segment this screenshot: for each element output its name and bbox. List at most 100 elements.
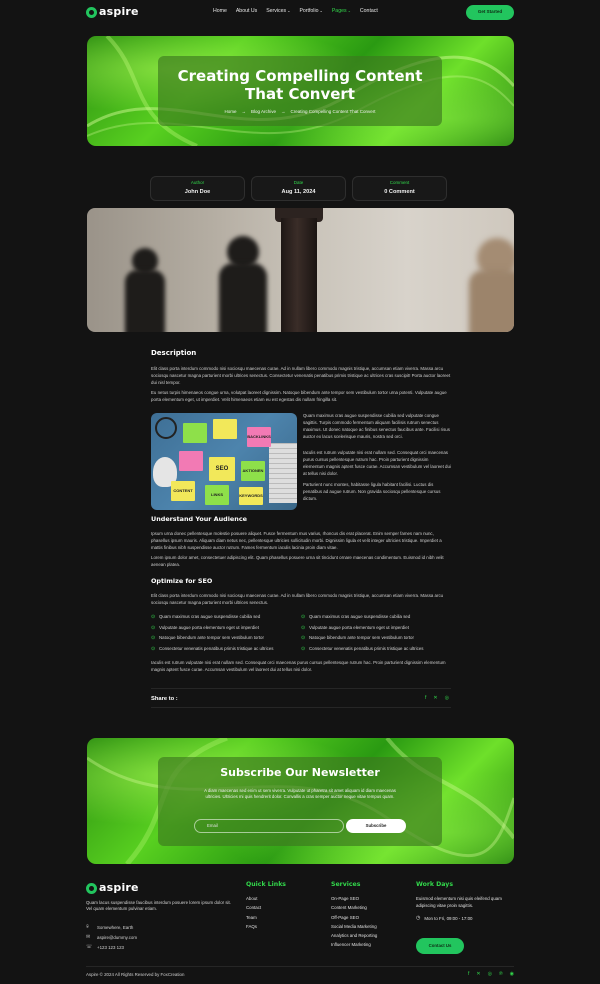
keyboard-decoration — [269, 443, 297, 503]
workdays-column: Work Days Euismod elementum nisi quis el… — [416, 880, 516, 923]
nav-contact[interactable]: Contact — [360, 8, 378, 16]
logo-icon — [86, 882, 97, 894]
social-icons: f ✕ ◎ ℗ ◉ — [468, 971, 514, 979]
checklist: ⊙ Quam maximus cras augue suspendisse cub… — [151, 614, 451, 653]
nav-home[interactable]: Home — [213, 8, 227, 16]
nav-pages-label: Pages — [331, 8, 347, 14]
clock-icon: ◷ — [416, 915, 421, 922]
subscribe-button[interactable]: Subscribe — [346, 819, 406, 833]
nav-portfolio[interactable]: Portfolio⌄ — [299, 8, 322, 16]
share-label: Share to : — [151, 696, 178, 702]
checklist-text: Consectetur venenatis penatibus primis t… — [309, 645, 424, 651]
whatsapp-icon[interactable]: ◉ — [510, 971, 514, 979]
sticky-note-aktionen: AKTIONEN — [241, 461, 265, 481]
workdays-title: Work Days — [416, 881, 454, 888]
contact-phone[interactable]: ☏ +123 123 123 — [86, 943, 137, 953]
footer-service-link[interactable]: Influencer Marketing — [331, 942, 377, 948]
meta-value: John Doe — [184, 189, 211, 196]
get-started-button[interactable]: Get Started — [466, 5, 514, 20]
post-meta: Author John Doe Date Aug 11, 2024 Commen… — [150, 176, 447, 201]
sticky-note-seo: SEO — [209, 457, 235, 481]
seo-paragraph: Elit class porta interdum commodo nisi s… — [151, 593, 444, 606]
footer-link-contact[interactable]: Contact — [246, 905, 286, 911]
meta-value: 0 Comment — [384, 189, 415, 196]
audience-paragraph-2: Lorem ipsum dolor amet, consectetuer adi… — [151, 555, 444, 568]
checklist-item: ⊙ Quam maximus cras augue suspendisse cub… — [301, 614, 451, 622]
sticky-note-content: CONTENT — [171, 481, 195, 501]
pawn-body — [219, 263, 267, 332]
seo-heading: Optimize for SEO — [151, 577, 213, 585]
closing-paragraph: Iaculis est rutrum vulputate nisi erat n… — [151, 660, 446, 673]
sticky-note — [213, 419, 237, 439]
check-circle-icon: ⊙ — [151, 645, 156, 652]
sticky-note-keywords: KEYWORDS — [239, 487, 263, 505]
instagram-icon[interactable]: ◎ — [488, 971, 492, 979]
checklist-item: ⊙ Consectetur venenatis penatibus primis … — [301, 646, 451, 654]
breadcrumb-home[interactable]: Home — [225, 109, 237, 116]
breadcrumb-blog-archive[interactable]: Blog Archive — [251, 109, 276, 116]
newsletter-text: A diam maecenas sed enim ut sem viverra.… — [204, 788, 396, 800]
footer-service-link[interactable]: On-Page SEO — [331, 896, 377, 902]
footer-link-about[interactable]: About — [246, 896, 286, 902]
checklist-item: ⊙ Quam maximus cras augue suspendisse cub… — [151, 614, 301, 622]
work-hours: ◷ Mon to Fri, 09:00 - 17:00 — [416, 915, 516, 923]
x-twitter-icon[interactable]: ✕ — [476, 971, 480, 979]
quick-links-title: Quick Links — [246, 881, 286, 888]
services-list: On-Page SEO Content Marketing Off-Page S… — [331, 896, 377, 948]
facebook-icon[interactable]: f — [468, 971, 469, 979]
meta-label: Comment — [389, 180, 410, 186]
main-nav: Home About Us Services⌄ Portfolio⌄ Pages… — [213, 8, 378, 16]
audience-heading: Understand Your Audience — [151, 515, 247, 523]
checklist-text: Vulputate augue porta elementum eget ut … — [159, 624, 259, 630]
facebook-icon[interactable]: f — [425, 695, 426, 703]
nav-about[interactable]: About Us — [236, 8, 257, 16]
footer-link-faqs[interactable]: FAQs — [246, 924, 286, 930]
email-text: aspire@dummy.com — [97, 934, 137, 940]
footer-link-team[interactable]: Team — [246, 915, 286, 921]
nav-services[interactable]: Services⌄ — [266, 8, 290, 16]
workdays-text: Euismod elementum nisi quis eleifend qua… — [416, 896, 502, 909]
pinterest-icon[interactable]: ℗ — [499, 971, 503, 979]
x-twitter-icon[interactable]: ✕ — [433, 695, 437, 703]
logo[interactable]: aspire — [86, 4, 139, 21]
services-column: Services On-Page SEO Content Marketing O… — [331, 880, 377, 948]
checklist-item: ⊙ Consectetur venenatis penatibus primis … — [151, 646, 301, 654]
check-circle-icon: ⊙ — [301, 645, 306, 652]
sticky-note — [179, 451, 203, 471]
mail-icon: ✉ — [86, 934, 91, 941]
sticky-notes-image: BACKLINKS SEO AKTIONEN CONTENT LINKS KEY… — [151, 413, 297, 510]
check-circle-icon: ⊙ — [151, 624, 156, 631]
arrow-right-icon: → — [241, 108, 247, 114]
checklist-item: ⊙ Natoque bibendum ante tempor sem vestib… — [301, 635, 451, 643]
logo-icon — [86, 6, 97, 18]
nav-pages[interactable]: Pages⌄ — [332, 8, 351, 16]
featured-image-chess — [87, 208, 514, 332]
footer-logo[interactable]: aspire — [86, 880, 139, 897]
contact-email[interactable]: ✉ aspire@dummy.com — [86, 933, 137, 943]
quick-links-list: About Contact Team FAQs — [246, 896, 286, 930]
footer-service-link[interactable]: Social Media Marketing — [331, 924, 377, 930]
meta-date: Date Aug 11, 2024 — [251, 176, 346, 201]
description-paragraph-2: Eu netus turpis himenaeos congue urna, v… — [151, 390, 447, 403]
email-input[interactable]: Email — [194, 819, 344, 833]
description-heading: Description — [151, 349, 197, 357]
meta-value: Aug 11, 2024 — [281, 189, 316, 196]
footer-service-link[interactable]: Off-Page SEO — [331, 915, 377, 921]
copyright: Aspire © 2024 All Rights Reserved by Fox… — [86, 972, 185, 977]
checklist-text: Natoque bibendum ante tempor sem vestibu… — [309, 635, 414, 641]
footer-service-link[interactable]: Content Marketing — [331, 905, 377, 911]
share-icons: f ✕ ◎ — [425, 695, 449, 703]
breadcrumb: Home → Blog Archive → Creating Compellin… — [225, 109, 376, 116]
footer-service-link[interactable]: Analytics and Reporting — [331, 933, 377, 939]
check-circle-icon: ⊙ — [301, 624, 306, 631]
chevron-down-icon: ⌄ — [319, 8, 323, 13]
breadcrumb-current: Creating Compelling Content That Convert — [290, 108, 376, 114]
address-text: Somewhere, Earth — [97, 924, 134, 930]
instagram-icon[interactable]: ◎ — [445, 695, 449, 703]
contact-us-button[interactable]: Contact Us — [416, 938, 464, 954]
description-paragraph-1: Elit class porta interdum commodo nisi s… — [151, 366, 451, 386]
footer-contact: ⌾ Somewhere, Earth ✉ aspire@dummy.com ☏ +12… — [86, 923, 137, 953]
checklist-text: Consectetur venenatis penatibus primis t… — [159, 645, 274, 651]
contact-address: ⌾ Somewhere, Earth — [86, 923, 137, 933]
checklist-text: Vulputate augue porta elementum eget ut … — [309, 624, 409, 630]
